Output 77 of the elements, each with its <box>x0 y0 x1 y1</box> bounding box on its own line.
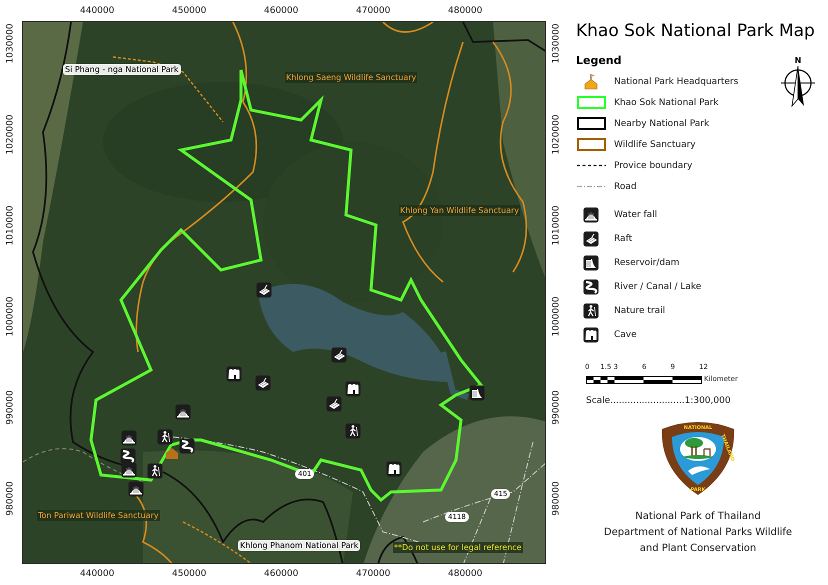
park-swatch <box>576 117 606 130</box>
legend-label: Water fall <box>614 209 658 221</box>
map-area-label: Khlong Yan Wildlife Sanctuary <box>399 205 520 216</box>
legend-label: Nature trail <box>614 305 666 317</box>
dam-icon <box>583 255 599 271</box>
map-area-label: Khlong Phanom National Park <box>238 540 360 551</box>
map-area-label: **Do not use for legal reference <box>393 542 523 553</box>
legend-label: Wildlife Sanctuary <box>614 138 696 150</box>
coordinate-label: 990000 <box>552 389 562 427</box>
coordinate-label: 480000 <box>448 570 482 579</box>
map-area-label: Khlong Saeng Wildlife Sanctuary <box>285 72 418 83</box>
north-arrow-icon <box>778 65 818 107</box>
coordinate-label: 460000 <box>264 7 298 16</box>
coordinate-label: 440000 <box>80 7 114 16</box>
headquarters-icon <box>584 73 598 90</box>
map-title: Khao Sok National Park Map <box>576 20 816 42</box>
coordinate-label: 1030000 <box>6 22 16 64</box>
trail-icon <box>345 423 361 439</box>
map-area-label: Ton Pariwat Wildlife Sanctuary <box>37 510 160 521</box>
sanctuary-swatch <box>576 138 606 151</box>
raft-icon <box>256 282 272 298</box>
dashed-line-icon <box>576 164 606 167</box>
coordinate-label: 1000000 <box>6 296 16 338</box>
trail-icon <box>583 303 599 319</box>
waterfall-icon <box>175 404 191 420</box>
waterfall-icon <box>121 462 137 478</box>
river-icon <box>583 279 599 295</box>
cave-icon <box>386 461 402 477</box>
river-icon <box>120 448 136 464</box>
coordinate-label: 450000 <box>172 570 206 579</box>
raft-icon <box>583 231 599 247</box>
coordinate-label: 450000 <box>172 7 206 16</box>
legend-label: Reservoir/dam <box>614 257 680 269</box>
coordinate-label: 1010000 <box>552 204 562 246</box>
coordinate-label: 440000 <box>80 570 114 579</box>
coordinate-label: 1010000 <box>6 204 16 246</box>
river-icon <box>179 438 195 454</box>
coordinate-label: 470000 <box>356 7 390 16</box>
coordinate-label: 980000 <box>6 480 16 518</box>
raft-icon <box>331 347 347 363</box>
coordinate-label: 1000000 <box>552 296 562 338</box>
legend-title: Legend <box>576 54 623 68</box>
dam-icon <box>469 385 485 401</box>
coordinate-label: 1020000 <box>6 114 16 156</box>
headquarters-icon <box>165 446 179 460</box>
trail-icon <box>147 463 163 479</box>
legend-label: Cave <box>614 329 637 341</box>
waterfall-icon <box>583 207 599 223</box>
footer-text: National Park of Thailand <box>634 510 762 524</box>
legend-label: Provice boundary <box>614 160 692 172</box>
map-area-label: Si Phang - nga National Park <box>63 64 181 75</box>
coordinate-label: 480000 <box>448 7 482 16</box>
legend-label: Khao Sok National Park <box>614 96 719 108</box>
dash-dot-line-icon <box>576 185 606 188</box>
waterfall-icon <box>128 481 144 497</box>
cave-icon <box>345 381 361 397</box>
coordinate-label: 470000 <box>356 570 390 579</box>
park-swatch <box>576 96 606 109</box>
legend-label: Nearby National Park <box>614 118 710 130</box>
trail-icon <box>157 429 173 445</box>
cave-icon <box>583 327 599 343</box>
footer-text: Department of National Parks Wildlife and Plant Conservation <box>602 526 794 556</box>
waterfall-icon <box>121 430 137 446</box>
legend-label: National Park Headquarters <box>614 76 738 88</box>
legend-label: Road <box>614 180 637 192</box>
north-label: N <box>794 56 802 65</box>
legend-label: River / Canal / Lake <box>614 281 702 293</box>
cave-icon <box>226 366 242 382</box>
coordinate-label: 1020000 <box>552 114 562 156</box>
coordinate-label: 460000 <box>264 570 298 579</box>
raft-icon <box>326 396 342 412</box>
raft-icon <box>255 375 271 391</box>
scale-ratio-text: Scale..........................1:300,000 <box>586 395 732 407</box>
legend-label: Raft <box>614 233 632 245</box>
coordinate-label: 1030000 <box>552 22 562 64</box>
coordinate-label: 990000 <box>6 389 16 427</box>
coordinate-label: 980000 <box>552 480 562 518</box>
